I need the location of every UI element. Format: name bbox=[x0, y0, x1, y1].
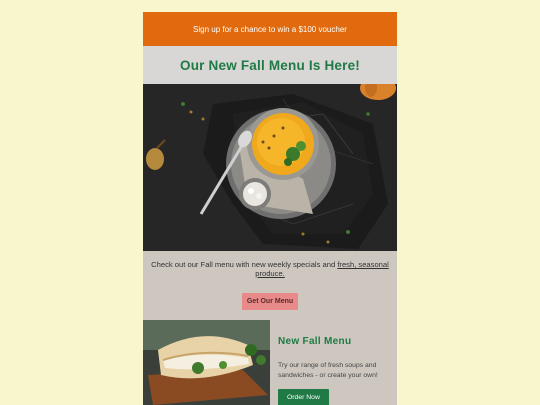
promo-banner[interactable]: Sign up for a chance to win a $100 vouch… bbox=[143, 12, 397, 46]
feature-section: New Fall Menu Try our range of fresh sou… bbox=[143, 320, 397, 405]
feature-text: New Fall Menu Try our range of fresh sou… bbox=[278, 336, 390, 405]
page-title: Our New Fall Menu Is Here! bbox=[180, 57, 360, 73]
get-our-menu-button[interactable]: Get Our Menu bbox=[241, 293, 299, 310]
sandwich-image bbox=[143, 320, 270, 405]
title-bar: Our New Fall Menu Is Here! bbox=[143, 46, 397, 84]
order-now-button[interactable]: Order Now bbox=[278, 389, 329, 405]
soup-bowl-illustration bbox=[143, 84, 397, 251]
sandwich-illustration bbox=[143, 320, 270, 405]
cta-wrapper: Get Our Menu bbox=[143, 290, 397, 310]
promo-banner-text[interactable]: Sign up for a chance to win a $100 vouch… bbox=[193, 25, 347, 34]
feature-title: New Fall Menu bbox=[278, 336, 352, 347]
email-container: Sign up for a chance to win a $100 vouch… bbox=[143, 12, 397, 405]
intro-text: Check out our Fall menu with new weekly … bbox=[143, 251, 397, 278]
hero-image-soup bbox=[143, 84, 397, 251]
feature-description: Try our range of fresh soups and sandwic… bbox=[278, 362, 378, 379]
intro-text-body: Check out our Fall menu with new weekly … bbox=[151, 260, 338, 269]
